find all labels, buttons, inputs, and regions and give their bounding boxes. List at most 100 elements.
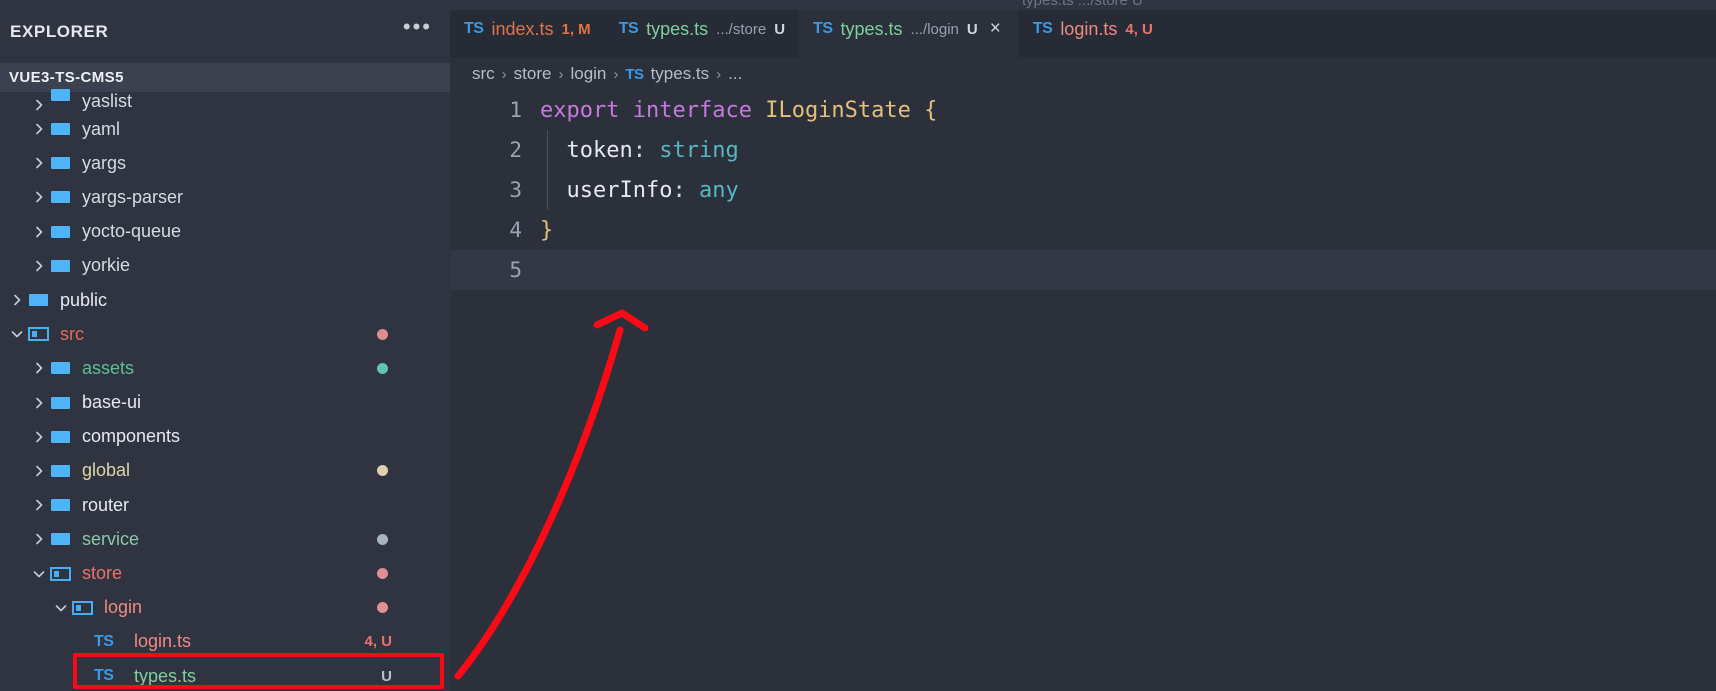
tree-item-label: yargs-parser xyxy=(82,186,184,207)
ts-file-icon: TS xyxy=(464,20,484,37)
tab-label: index.ts xyxy=(491,18,554,39)
file-tree: yaslist yaml yargs yargs-parser yocto-queue y… xyxy=(0,89,450,691)
chevron-right-icon[interactable] xyxy=(28,156,50,170)
breadcrumb-item-src[interactable]: src xyxy=(472,64,495,84)
tree-folder-yaml[interactable]: yaml xyxy=(0,112,450,146)
chevron-right-icon[interactable] xyxy=(28,430,50,444)
code-line[interactable]: 3 userInfo: any xyxy=(450,170,1716,210)
code-line-text: userInfo: any xyxy=(540,178,739,203)
clipped-top-text: types.ts .../store U xyxy=(1022,0,1143,9)
folder-open-icon xyxy=(28,317,54,351)
tree-item-status-dot xyxy=(377,533,388,545)
breadcrumb-overflow[interactable]: ... xyxy=(728,64,742,84)
tree-folder-router[interactable]: router xyxy=(0,488,450,522)
breadcrumb-item-login[interactable]: login xyxy=(570,64,606,84)
tab-status-badge: 1, M xyxy=(561,20,591,38)
ellipsis-icon[interactable]: ••• xyxy=(403,16,432,42)
code-token: ILoginState xyxy=(765,97,911,123)
chevron-right-icon[interactable] xyxy=(28,498,50,512)
explorer-sidebar: EXPLORER ••• VUE3-TS-CMS5 yaslist yaml yar… xyxy=(0,0,450,691)
tree-folder-public[interactable]: public xyxy=(0,283,450,317)
code-editor[interactable]: 1 export interface ILoginState {2 token: … xyxy=(450,90,1716,691)
ts-file-icon: TS xyxy=(618,20,639,37)
chevron-right-icon[interactable] xyxy=(28,532,50,546)
folder-icon xyxy=(50,146,76,180)
folder-icon xyxy=(50,215,76,249)
red-highlight-box-annotation xyxy=(73,653,444,689)
line-number: 3 xyxy=(509,178,522,202)
tree-item-badge: 4, U xyxy=(364,633,392,651)
folder-icon xyxy=(28,283,54,317)
folder-icon xyxy=(50,522,76,556)
tree-folder-yaslist[interactable]: yaslist xyxy=(0,89,450,112)
editor-area: TS index.ts 1, M TS types.ts .../store U TS type… xyxy=(450,0,1716,691)
code-line-text: token: string xyxy=(540,138,739,163)
code-line[interactable]: 5 xyxy=(450,250,1716,290)
chevron-right-icon[interactable] xyxy=(28,259,50,273)
code-line[interactable]: 1 export interface ILoginState { xyxy=(450,90,1716,130)
tree-folder-yargs[interactable]: yargs xyxy=(0,146,450,180)
chevron-right-icon[interactable] xyxy=(28,464,50,478)
folder-icon xyxy=(50,249,76,283)
chevron-right-icon[interactable] xyxy=(28,225,50,239)
code-token: any xyxy=(698,177,739,203)
breadcrumb-file[interactable]: types.ts xyxy=(651,64,710,84)
tree-folder-assets[interactable]: assets xyxy=(0,351,450,385)
breadcrumb: src › store › login › TS types.ts ›... xyxy=(450,58,1716,90)
ts-file-icon: TS xyxy=(94,632,114,650)
tree-folder-components[interactable]: components xyxy=(0,420,450,454)
folder-icon xyxy=(50,351,76,385)
tree-item-label: src xyxy=(60,323,84,344)
code-token: userInfo xyxy=(566,177,673,203)
tab-description: .../login xyxy=(910,20,959,38)
chevron-right-icon[interactable] xyxy=(28,361,50,375)
tree-item-status-dot xyxy=(377,602,388,614)
tree-folder-yargs-parser[interactable]: yargs-parser xyxy=(0,180,450,214)
explorer-header: EXPLORER ••• xyxy=(0,14,450,50)
line-number: 4 xyxy=(509,218,522,242)
tree-folder-service[interactable]: service xyxy=(0,522,450,556)
chevron-right-icon[interactable] xyxy=(28,98,50,112)
folder-icon xyxy=(50,180,76,214)
tab-label: login.ts xyxy=(1060,18,1118,39)
breadcrumb-item-store[interactable]: store xyxy=(514,64,552,84)
chevron-right-icon[interactable] xyxy=(6,293,28,307)
tree-folder-global[interactable]: global xyxy=(0,454,450,488)
close-icon[interactable]: × xyxy=(986,18,1005,40)
chevron-right-icon[interactable] xyxy=(28,122,50,136)
chevron-right-icon[interactable] xyxy=(28,396,50,410)
folder-open-icon xyxy=(72,591,98,625)
indent-guide xyxy=(547,170,548,210)
tab-status-badge: U xyxy=(966,20,978,38)
tree-item-label: yaml xyxy=(82,118,121,139)
tree-folder-src[interactable]: src xyxy=(0,317,450,351)
tree-item-label: yargs xyxy=(82,152,127,173)
tab-label: types.ts xyxy=(646,18,709,39)
code-line[interactable]: 4} xyxy=(450,210,1716,250)
code-token: export xyxy=(540,97,620,123)
code-line[interactable]: 2 token: string xyxy=(450,130,1716,170)
tree-folder-yocto-queue[interactable]: yocto-queue xyxy=(0,215,450,249)
tree-folder-store[interactable]: store xyxy=(0,556,450,590)
chevron-down-icon[interactable] xyxy=(28,567,50,581)
tree-folder-yorkie[interactable]: yorkie xyxy=(0,249,450,283)
code-token: { xyxy=(924,97,938,123)
ts-file-icon: TS xyxy=(625,65,644,83)
tree-item-label: service xyxy=(82,528,140,549)
line-number: 1 xyxy=(509,98,522,122)
tree-item-label: login.ts xyxy=(134,631,192,652)
tree-item-label: router xyxy=(82,494,130,515)
tree-folder-base-ui[interactable]: base-ui xyxy=(0,386,450,420)
tree-item-label: login xyxy=(104,597,143,618)
chevron-down-icon[interactable] xyxy=(6,327,28,341)
chevron-down-icon[interactable] xyxy=(50,601,72,615)
tree-folder-login[interactable]: login xyxy=(0,591,450,625)
clipped-top-strip: types.ts .../store U xyxy=(0,0,1716,10)
chevron-right-icon[interactable] xyxy=(28,190,50,204)
code-token: interface xyxy=(632,97,752,123)
